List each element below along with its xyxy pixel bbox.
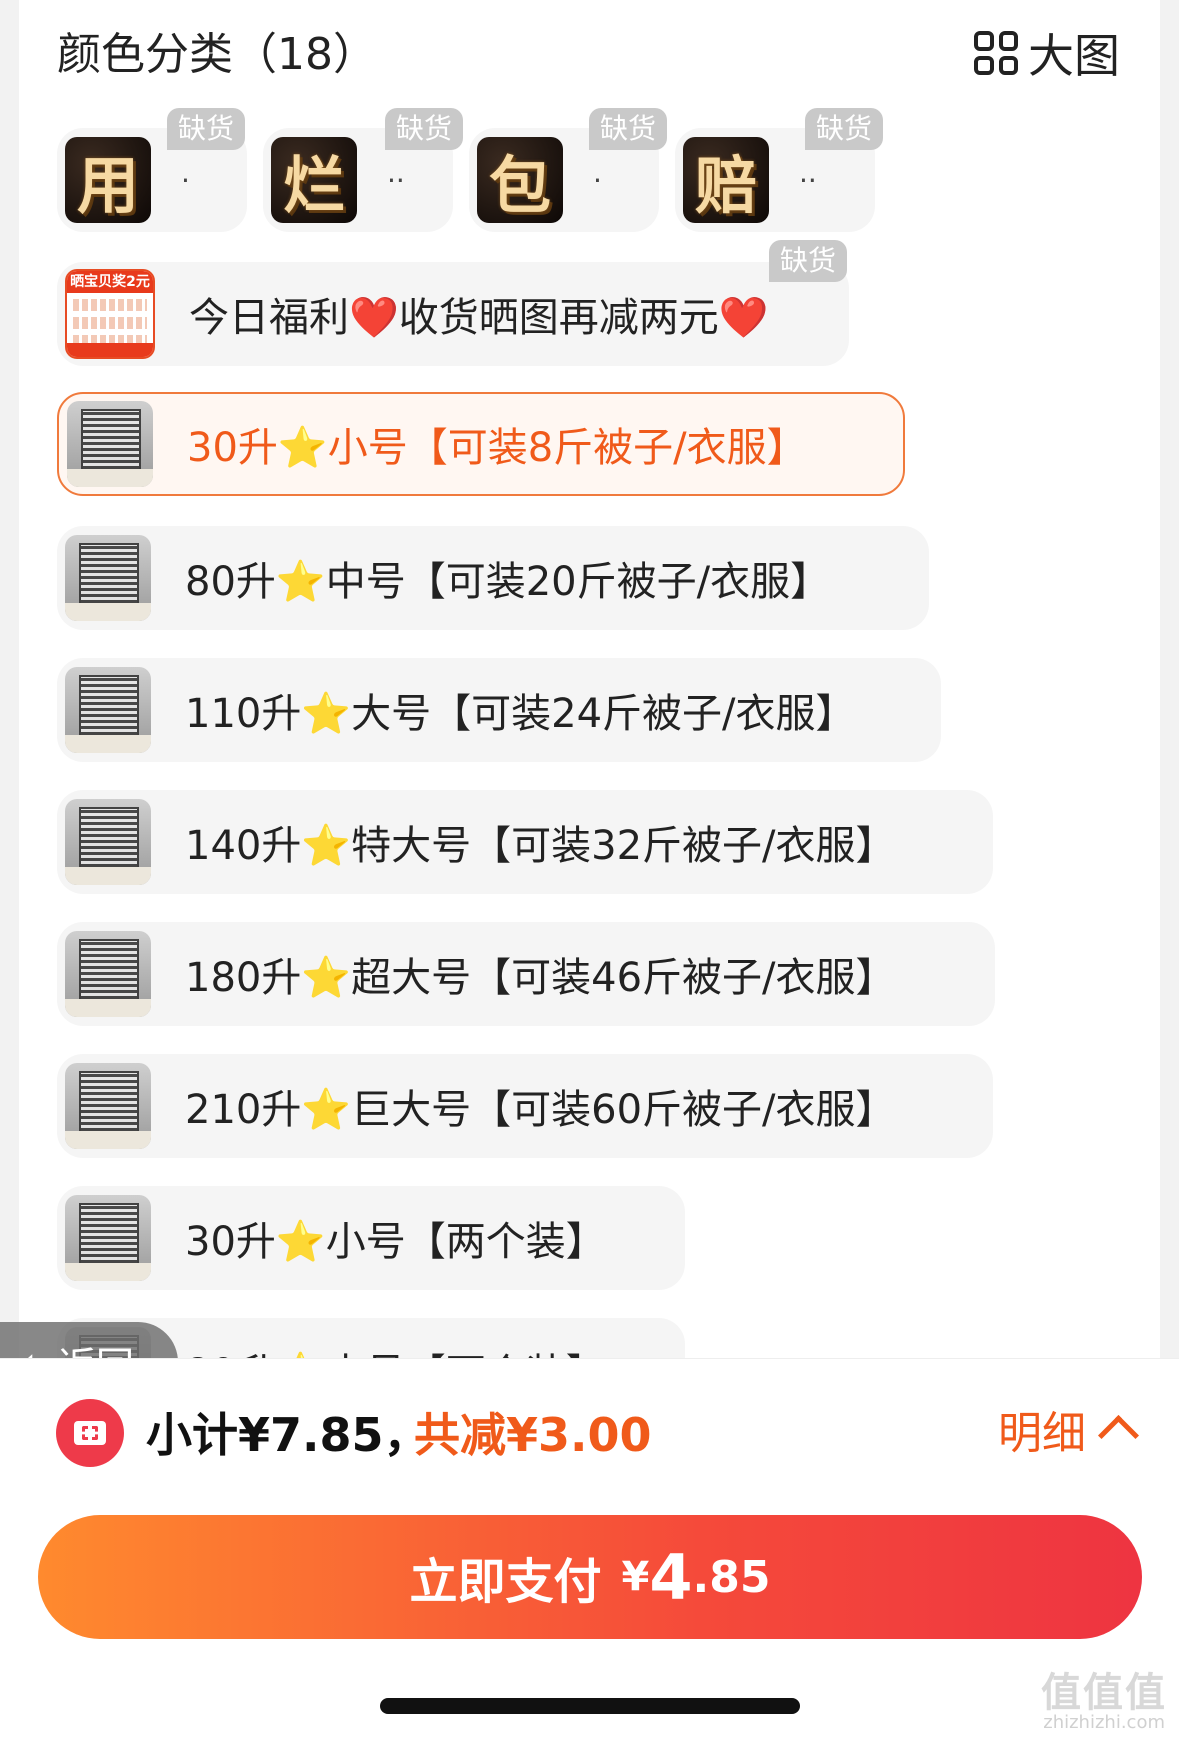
option-chip-210l[interactable]: 210升⭐巨大号【可装60斤被子/衣服】 [57, 1054, 993, 1158]
pay-label: 立即支付 [409, 1554, 602, 1610]
pay-currency: ¥ [621, 1554, 650, 1600]
watermark: 值值值 [1041, 1670, 1167, 1716]
chevron-up-icon [1097, 1414, 1140, 1456]
option-thumb [65, 667, 151, 753]
detail-label: 明细 [998, 1408, 1086, 1459]
pay-amount-int: 4 [649, 1540, 693, 1614]
option-thumb: 用 [65, 137, 151, 223]
pay-amount-dec: .85 [692, 1551, 771, 1603]
detail-toggle[interactable]: 明细 [998, 1397, 1140, 1461]
option-thumb: 烂 [271, 137, 357, 223]
left-edge [0, 0, 19, 1358]
option-thumb [65, 799, 151, 885]
option-chip-140l[interactable]: 140升⭐特大号【可装32斤被子/衣服】 [57, 790, 993, 894]
option-label: ·· [387, 163, 405, 197]
option-thumb [65, 535, 151, 621]
option-label: 180升⭐超大号【可装46斤被子/衣服】 [185, 955, 896, 1001]
option-thumb [65, 931, 151, 1017]
pay-now-button[interactable]: 立即支付 ¥ 4 .85 [38, 1515, 1142, 1639]
out-of-stock-badge: 缺货 [805, 108, 883, 150]
out-of-stock-badge: 缺货 [167, 108, 245, 150]
section-title: 颜色分类（18） [57, 29, 377, 80]
subtotal-text: 小计¥7.85， [146, 1408, 430, 1462]
big-image-toggle[interactable]: 大图 [974, 20, 1120, 86]
option-thumb [67, 401, 153, 487]
option-label: ·· [799, 163, 817, 197]
option-label: 140升⭐特大号【可装32斤被子/衣服】 [185, 823, 896, 869]
out-of-stock-badge: 缺货 [385, 108, 463, 150]
right-edge [1160, 0, 1179, 1358]
option-chip-30l-selected[interactable]: 30升⭐小号【可装8斤被子/衣服】 [57, 392, 905, 496]
option-label: 30升⭐小号【两个装】 [185, 1219, 606, 1265]
option-chip-110l[interactable]: 110升⭐大号【可装24斤被子/衣服】 [57, 658, 941, 762]
home-indicator [380, 1698, 800, 1714]
out-of-stock-badge: 缺货 [769, 240, 847, 282]
sku-panel: 颜色分类（18） 大图 用 · 缺货 烂 ·· 缺货 包 · 缺货 赔 ·· 缺… [19, 0, 1160, 1358]
out-of-stock-badge: 缺货 [589, 108, 667, 150]
option-label: 80升⭐中号【可装20斤被子/衣服】 [185, 559, 831, 605]
option-chip-30l-pair[interactable]: 30升⭐小号【两个装】 [57, 1186, 685, 1290]
checkout-bar: 小计¥7.85， 共减¥3.00 明细 立即支付 ¥ 4 .85 [0, 1358, 1179, 1743]
option-thumb [65, 1195, 151, 1281]
option-thumb: 赔 [683, 137, 769, 223]
option-chip-80l[interactable]: 80升⭐中号【可装20斤被子/衣服】 [57, 526, 929, 630]
grid-view-icon [974, 31, 1018, 75]
option-chip-promo[interactable]: 晒宝贝奖2元 今日福利❤️收货晒图再减两元❤️ [57, 262, 849, 366]
promo-thumb: 晒宝贝奖2元 [65, 269, 155, 359]
option-label: 30升⭐小号【可装8斤被子/衣服】 [187, 425, 807, 471]
option-label: 今日福利❤️收货晒图再减两元❤️ [189, 295, 769, 341]
option-label: · [593, 163, 602, 197]
option-thumb: 包 [477, 137, 563, 223]
option-label: 210升⭐巨大号【可装60斤被子/衣服】 [185, 1087, 896, 1133]
watermark-site: zhizhizhi.com [1043, 1712, 1165, 1733]
option-chip-180l[interactable]: 180升⭐超大号【可装46斤被子/衣服】 [57, 922, 995, 1026]
option-label: · [181, 163, 190, 197]
coupon-icon [56, 1399, 124, 1467]
option-label: 80升⭐中号【两个装】 [185, 1341, 606, 1358]
discount-text: 共减¥3.00 [414, 1408, 652, 1462]
option-label: 110升⭐大号【可装24斤被子/衣服】 [185, 691, 856, 737]
option-thumb [65, 1063, 151, 1149]
big-image-label: 大图 [1028, 29, 1120, 83]
